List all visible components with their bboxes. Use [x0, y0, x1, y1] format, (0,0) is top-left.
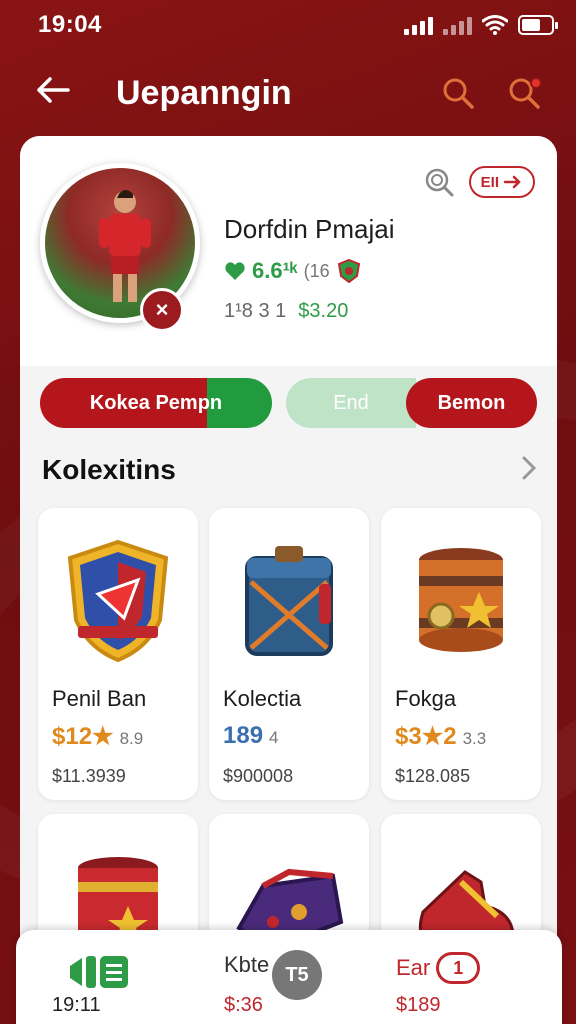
action-buttons: Kokea Pempn End Bemon — [40, 378, 537, 428]
tag-button[interactable]: EII — [468, 166, 535, 198]
end-segment-button[interactable]: End — [286, 378, 416, 428]
rating-extra: (16 — [303, 260, 330, 281]
battery-icon — [518, 15, 558, 35]
item-price: $900008 — [223, 766, 294, 786]
item-rating-sub: 3.3 — [462, 729, 487, 748]
bottom-tab-right-top: Ear 1 — [396, 952, 481, 984]
bottom-bar: 19:11 Kbte $:36 T5 Ear 1 $189 — [16, 930, 562, 1024]
collection-item[interactable]: Fokga $3★2 3.3 $128.085 — [381, 508, 541, 800]
item-price: $11.3939 — [52, 766, 126, 786]
profile-actions: EII — [423, 166, 535, 198]
page-title: Uepanngin — [116, 73, 292, 112]
item-name: Kolectia — [223, 686, 302, 711]
bottom-tab-left-label: 19:11 — [52, 994, 101, 1016]
rating-value: 6.6¹ᵏ — [252, 258, 298, 283]
primary-action-label: Kokea Pempn — [89, 391, 223, 414]
close-circle-icon: 1 — [436, 952, 481, 984]
close-circle-label: 1 — [453, 957, 464, 978]
collection-item[interactable]: Kolectia 189 4 $900008 — [209, 508, 369, 800]
stat-secondary: $3.20 — [298, 300, 349, 322]
bemon-segment-label: Bemon — [437, 391, 506, 414]
section-title: Kolexitins — [42, 454, 176, 485]
collection-item[interactable]: Penil Ban $12★ 8.9 $11.3939 — [38, 508, 198, 800]
notification-dot — [530, 77, 542, 89]
end-segment-label: End — [333, 391, 369, 414]
rating-row: 6.6¹ᵏ (16 — [224, 258, 362, 284]
bottom-tab-right[interactable]: Ear 1 $189 — [382, 930, 562, 1024]
status-time: 19:04 — [38, 11, 102, 38]
item-name: Penil Ban — [52, 686, 147, 711]
section-more-button[interactable] — [521, 454, 537, 489]
item-rating-value: $12★ — [52, 723, 114, 750]
badge-x-icon: × — [155, 297, 169, 322]
backpack-icon — [245, 546, 333, 656]
item-rating: 189 4 — [223, 722, 279, 750]
avatar-badge: × — [140, 288, 184, 332]
app-header: Uepanngin — [0, 62, 576, 124]
item-rating: $12★ 8.9 — [52, 722, 143, 751]
player-figure-icon — [99, 190, 151, 302]
shield-icon — [67, 539, 169, 663]
item-rating-sub: 8.9 — [119, 729, 144, 748]
heart-shield-icon — [225, 262, 245, 280]
notifications-search-button[interactable] — [502, 71, 546, 115]
profile-header: × EII Dorfdin Pmajai 6.6¹ᵏ (16 1¹8 3 1 $… — [20, 136, 557, 366]
search-button[interactable] — [436, 71, 480, 115]
main-card: × EII Dorfdin Pmajai 6.6¹ᵏ (16 1¹8 3 1 $… — [20, 136, 557, 1024]
stat-primary: 1¹8 3 1 — [224, 300, 287, 322]
status-bar: 19:04 — [0, 0, 576, 50]
bottom-tab-right-title: Ear — [396, 955, 431, 980]
center-fab-button[interactable]: T5 — [272, 950, 322, 1000]
bemon-segment-button[interactable]: Bemon — [406, 378, 537, 428]
ticket-icon — [70, 956, 128, 988]
segmented-toggle: End Bemon — [286, 378, 537, 428]
bottom-tab-left[interactable]: 19:11 — [16, 930, 196, 1024]
item-name: Fokga — [395, 686, 457, 711]
back-button[interactable] — [36, 75, 80, 111]
item-price: $128.085 — [395, 766, 471, 786]
zoom-icon[interactable] — [423, 166, 455, 198]
back-arrow-icon — [37, 77, 70, 103]
search-icon — [443, 78, 474, 109]
item-rating: $3★2 3.3 — [395, 722, 486, 751]
item-rating-value: 189 — [223, 722, 264, 749]
drum-icon — [419, 548, 503, 652]
item-rating-value: $3★2 — [395, 723, 457, 750]
chevron-right-icon — [522, 456, 537, 480]
bottom-tab-left-top — [68, 952, 132, 992]
bottom-tab-center-top: Kbte — [224, 952, 270, 977]
primary-action-button[interactable]: Kokea Pempn — [40, 378, 272, 428]
club-crest-icon — [337, 258, 360, 284]
item-rating-sub: 4 — [269, 728, 279, 747]
wifi-icon — [482, 15, 508, 35]
signal-secondary-icon — [443, 15, 472, 35]
tag-label: EII — [480, 173, 499, 191]
status-icons — [404, 15, 558, 35]
bottom-tab-center-label: $:36 — [224, 994, 263, 1016]
fab-label: T5 — [285, 963, 309, 986]
signal-icon — [404, 15, 433, 35]
bottom-tab-right-label: $189 — [396, 994, 441, 1016]
stat-row: 1¹8 3 1 $3.20 — [224, 300, 348, 323]
arrow-right-icon — [503, 175, 521, 189]
player-name: Dorfdin Pmajai — [224, 214, 395, 244]
